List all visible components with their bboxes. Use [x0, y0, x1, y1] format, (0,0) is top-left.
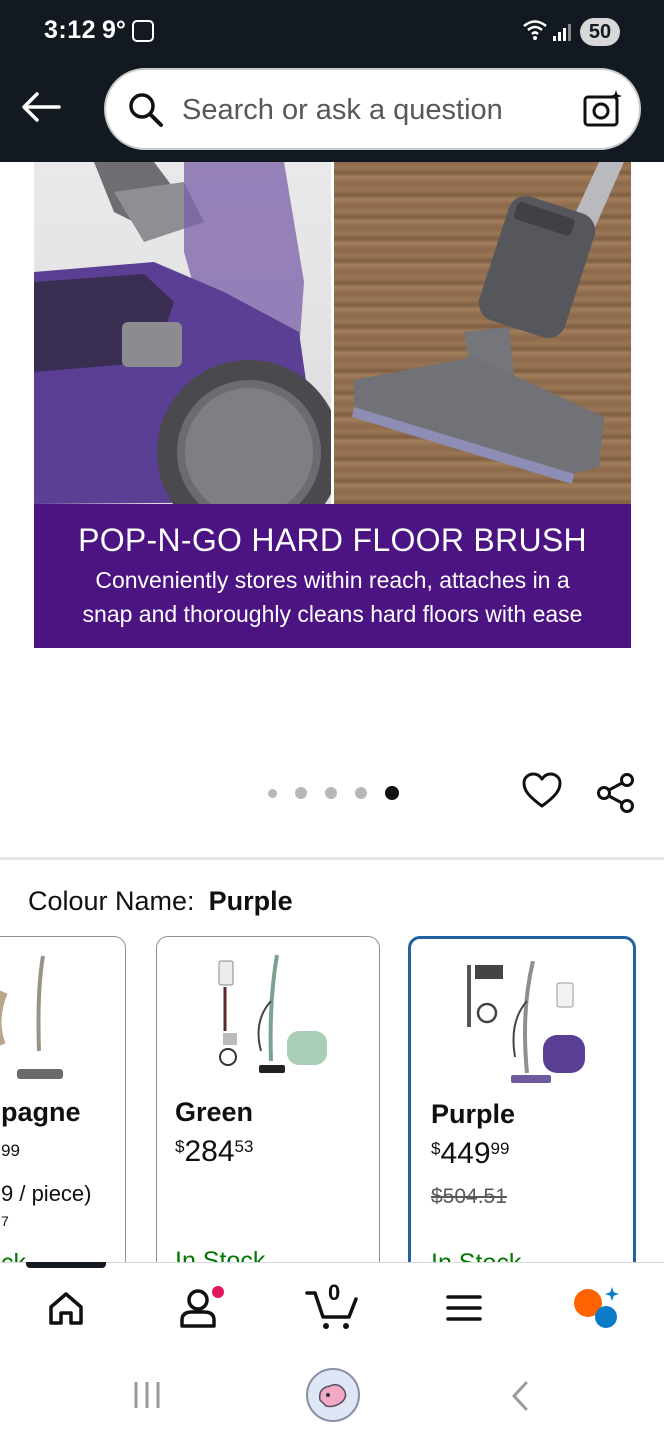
swatch-name: Green: [175, 1097, 254, 1127]
nav-account[interactable]: [170, 1282, 230, 1334]
colour-name-label: Colour Name:: [28, 886, 195, 916]
system-back-icon[interactable]: [508, 1380, 532, 1412]
nav-cart[interactable]: 0: [300, 1280, 364, 1334]
status-bar: 3:12 9° 50: [0, 0, 664, 64]
recent-apps-icon[interactable]: [132, 1380, 162, 1410]
carousel-dot[interactable]: [355, 787, 367, 799]
wishlist-heart-icon[interactable]: [522, 772, 562, 810]
search-input[interactable]: Search or ask a question: [182, 94, 503, 127]
champagne-vacuum-image: [0, 955, 63, 1079]
battery-indicator: 50: [580, 18, 620, 46]
status-temperature: 9°: [102, 16, 126, 44]
feature-banner: POP-N-GO HARD FLOOR BRUSH Conveniently s…: [34, 504, 631, 648]
nav-rufus[interactable]: [566, 1282, 626, 1334]
notification-dot: [212, 1286, 224, 1298]
status-time: 3:12: [44, 16, 97, 44]
product-image-carousel[interactable]: POP-N-GO HARD FLOOR BRUSH Conveniently s…: [34, 162, 631, 648]
app-header: 3:12 9° 50 Search or ask a question: [0, 0, 664, 162]
carousel-dot-active[interactable]: [385, 786, 399, 800]
swatch-price: $28453: [175, 1135, 254, 1168]
colour-swatch-champagne[interactable]: pagne 99 9 / piece) 7 ck: [0, 936, 126, 1296]
section-divider: [0, 857, 664, 860]
hard-floor-brush-photo: [334, 162, 631, 504]
camera-search-icon[interactable]: [582, 88, 624, 130]
carousel-dot[interactable]: [295, 787, 307, 799]
assistant-icon: [318, 1383, 347, 1408]
back-button[interactable]: [18, 84, 64, 130]
banner-title: POP-N-GO HARD FLOOR BRUSH: [78, 522, 587, 558]
carousel-indicators[interactable]: [268, 786, 417, 800]
wifi-icon: [523, 20, 547, 40]
screenshot-status-icon: [132, 20, 154, 42]
swatch-extra: 7: [1, 1213, 9, 1229]
home-gesture-button[interactable]: [306, 1368, 360, 1422]
account-icon: [180, 1286, 224, 1328]
swatch-scroll-indicator: [26, 1262, 106, 1268]
search-bar[interactable]: Search or ask a question: [104, 68, 641, 150]
colour-swatch-green[interactable]: Green $28453 In Stock: [156, 936, 380, 1296]
nav-home[interactable]: [36, 1282, 96, 1334]
share-icon[interactable]: [596, 772, 636, 814]
swatch-name: Purple: [431, 1099, 516, 1129]
carousel-dot[interactable]: [325, 787, 337, 799]
banner-description-line-2: snap and thoroughly cleans hard floors w…: [82, 601, 583, 627]
banner-description-line-1: Conveniently stores within reach, attach…: [95, 567, 570, 593]
menu-icon: [446, 1295, 482, 1321]
swatch-name: pagne: [1, 1097, 81, 1127]
colour-name-value: Purple: [208, 886, 293, 916]
signal-icon: [553, 24, 571, 41]
swatch-unit-price: 9 / piece): [1, 1181, 92, 1206]
rufus-icon: [574, 1287, 619, 1328]
search-icon: [129, 93, 163, 127]
colour-name-row: Colour Name: Purple: [28, 886, 293, 917]
green-vacuum-image: [218, 954, 327, 1073]
swatch-price: 99: [1, 1141, 20, 1160]
cart-count: 0: [328, 1280, 341, 1305]
carousel-dot[interactable]: [268, 788, 277, 798]
purple-vacuum-image: [467, 961, 585, 1083]
home-icon: [49, 1292, 83, 1325]
back-arrow-icon: [22, 92, 61, 122]
vacuum-canister-photo: [34, 162, 341, 544]
colour-swatch-purple[interactable]: Purple $44999 $504.51 In Stock: [408, 936, 636, 1296]
nav-menu[interactable]: [434, 1282, 494, 1334]
system-navigation-bar: [0, 1354, 664, 1440]
swatch-price: $44999: [431, 1137, 510, 1170]
swatch-list-price: $504.51: [431, 1185, 507, 1208]
